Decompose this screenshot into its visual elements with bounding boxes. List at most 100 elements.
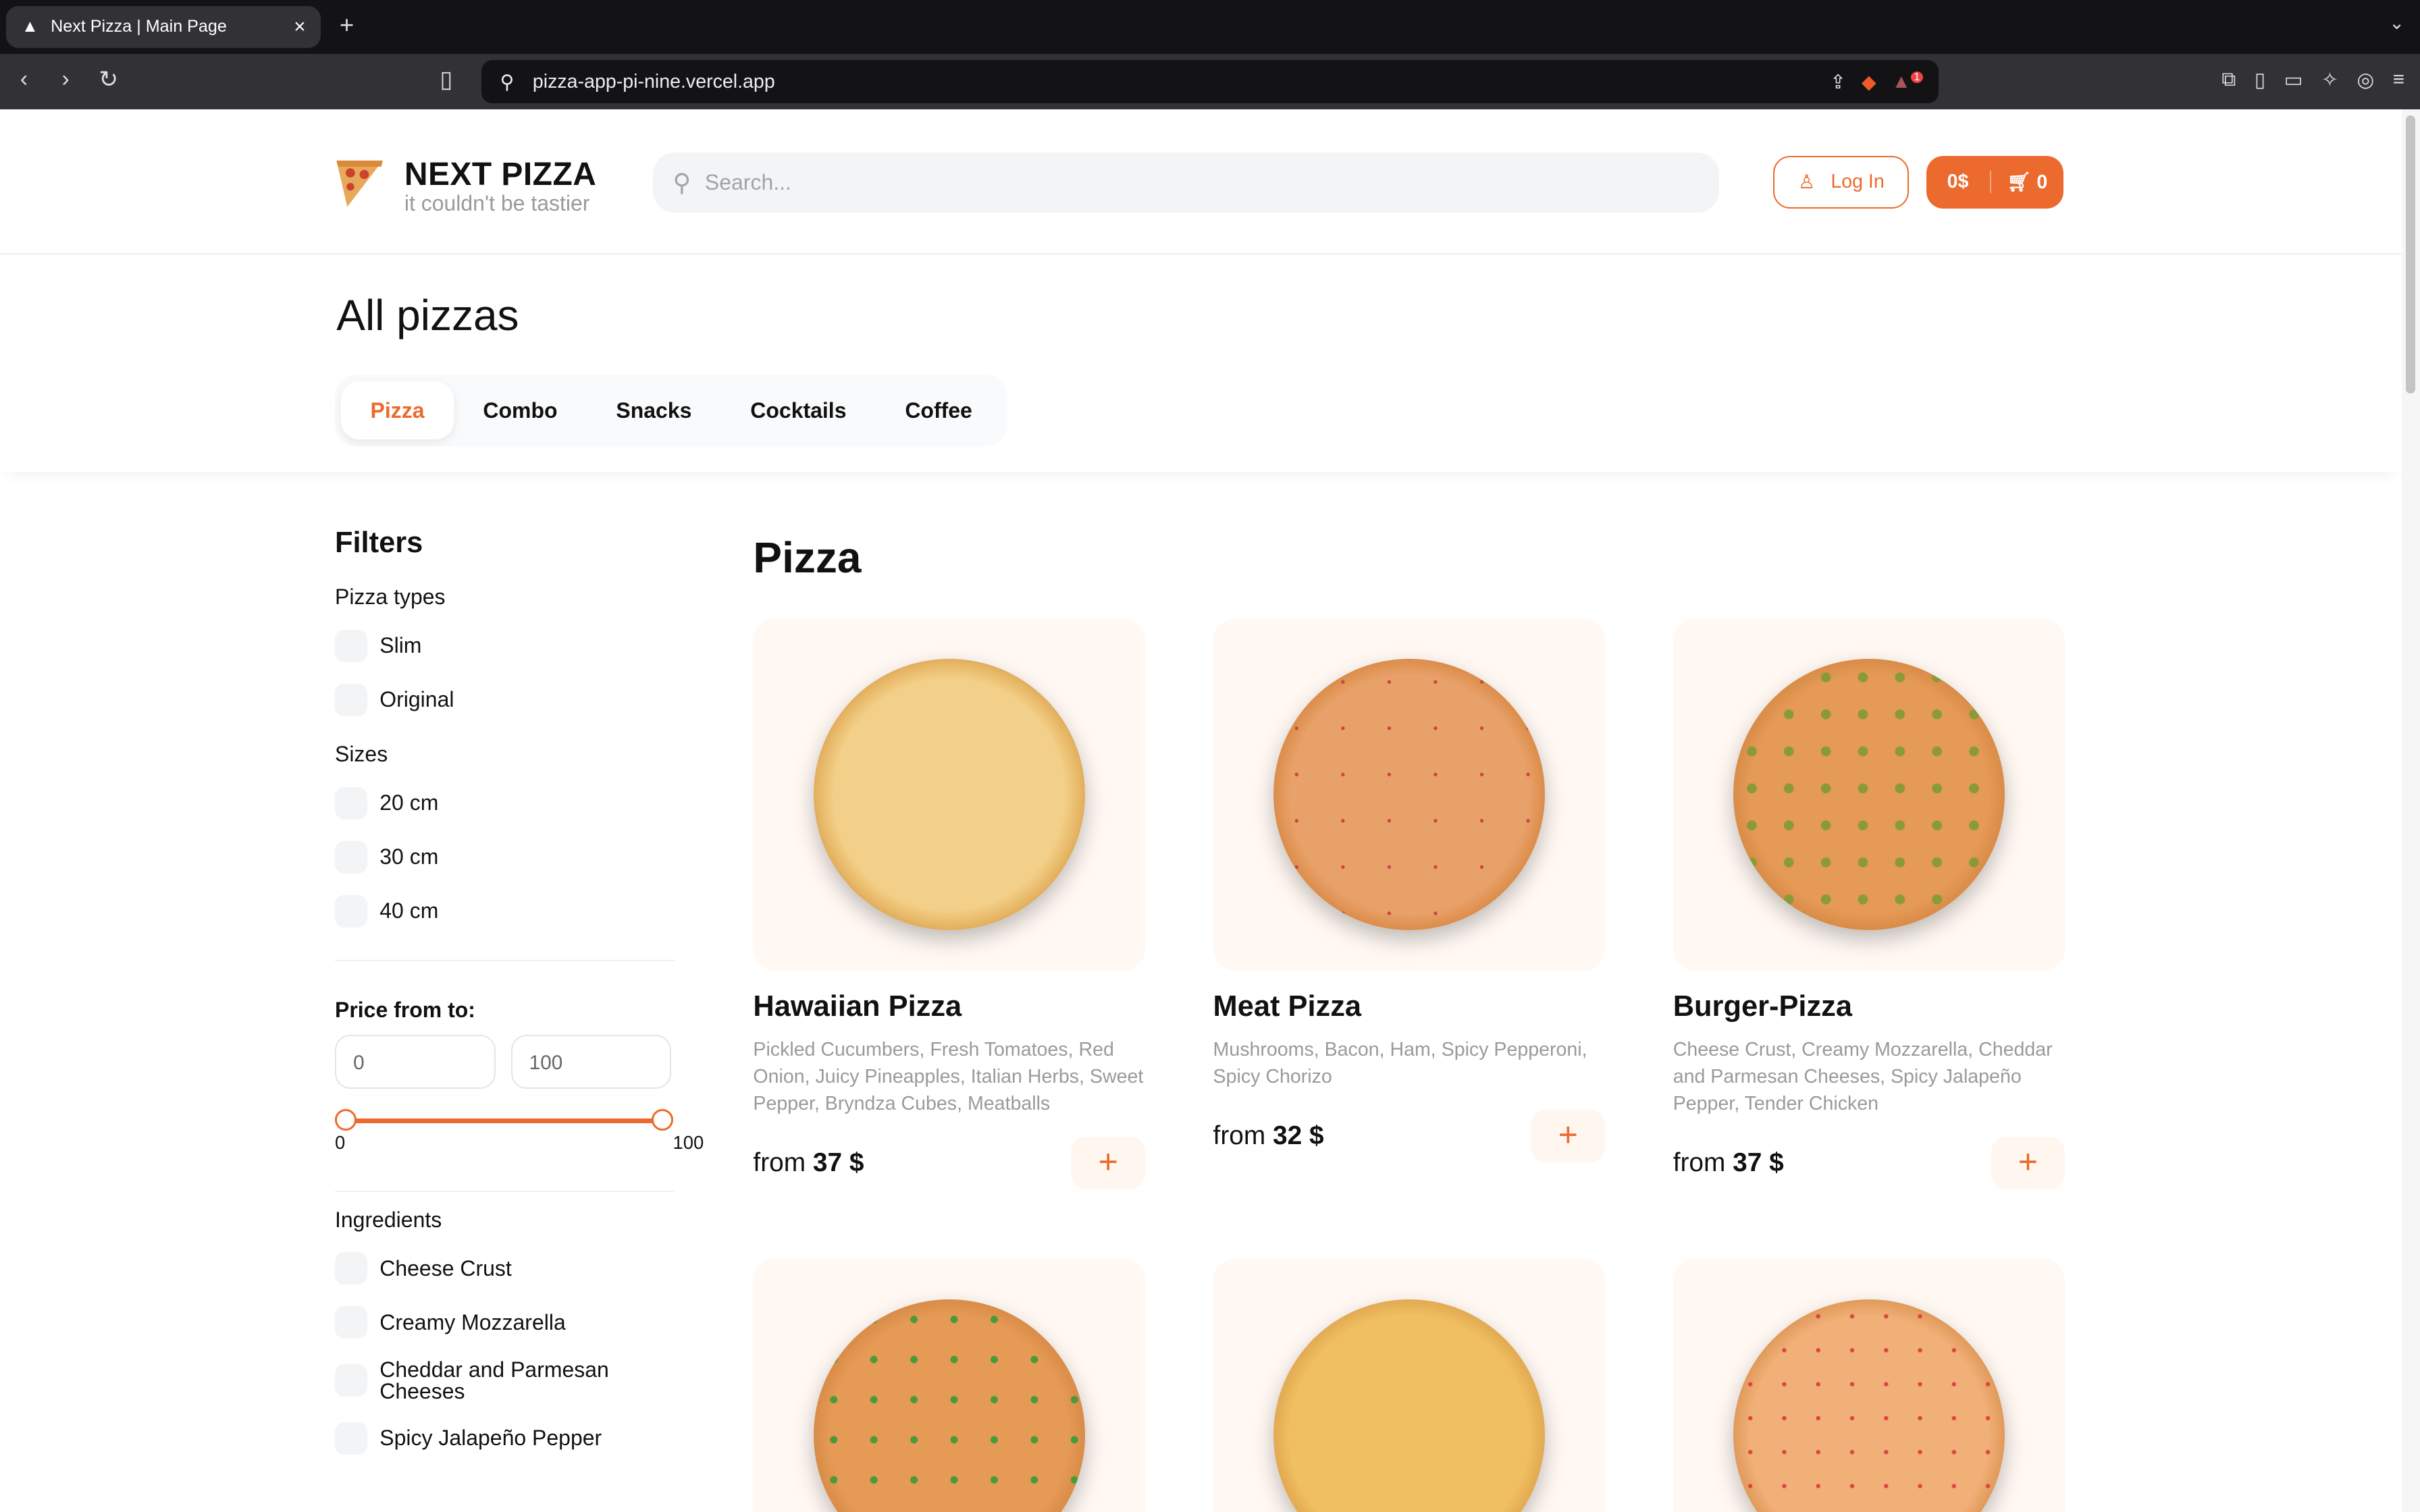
add-to-cart-button[interactable]: + — [1991, 1137, 2066, 1190]
cart-count: 0 — [2036, 171, 2048, 194]
pizza-image — [1733, 1299, 2005, 1512]
sidebar-icon[interactable]: ▯ — [2255, 68, 2265, 92]
checkbox-ingredient[interactable]: Cheddar and Parmesan Cheeses — [334, 1349, 675, 1411]
product-card[interactable]: Hawaiian Pizza Pickled Cucumbers, Fresh … — [753, 618, 1145, 1190]
filters-panel: Filters Pizza types Slim Original Sizes … — [334, 526, 704, 1465]
pizza-image — [1273, 1299, 1545, 1512]
page: NEXT PIZZA it couldn't be tastier ⚲ Searc… — [0, 109, 2402, 1512]
price-prefix: from — [753, 1148, 806, 1178]
site-settings-icon[interactable]: ⚲ — [500, 70, 515, 94]
slider-max-handle[interactable] — [651, 1108, 673, 1131]
product-description: Pickled Cucumbers, Fresh Tomatoes, Red O… — [753, 1038, 1144, 1114]
product-name: Hawaiian Pizza — [753, 990, 962, 1023]
slider-min-label: 0 — [334, 1132, 346, 1154]
tab-cocktails[interactable]: Cocktails — [721, 381, 876, 440]
url-text: pizza-app-pi-nine.vercel.app — [532, 70, 775, 92]
brave-shield-icon[interactable]: ◆ — [1862, 70, 1876, 94]
scrollbar[interactable] — [2401, 109, 2420, 1512]
tab-snacks[interactable]: Snacks — [587, 381, 721, 440]
checkbox-30cm[interactable]: 30 cm — [334, 830, 675, 884]
product-card[interactable] — [753, 1259, 1145, 1512]
product-card[interactable] — [1673, 1259, 2066, 1512]
tab-coffee[interactable]: Coffee — [876, 381, 1001, 440]
vpn-icon[interactable]: ◎ — [2357, 68, 2374, 92]
checkbox-label: Slim — [379, 633, 422, 658]
price-label: Price from to: — [334, 998, 475, 1023]
price-prefix: from — [1673, 1148, 1726, 1178]
close-tab-icon[interactable]: × — [294, 16, 305, 38]
pizza-image — [1733, 658, 2005, 931]
leo-ai-icon[interactable]: ✧ — [2321, 68, 2338, 92]
login-button[interactable]: ♙ Log In — [1773, 155, 1910, 209]
cart-total: 0$ — [1926, 171, 1991, 194]
product-description: Mushrooms, Bacon, Ham, Spicy Pepperoni, … — [1213, 1038, 1587, 1087]
price-prefix: from — [1213, 1121, 1266, 1151]
price-from-input[interactable]: 0 — [334, 1035, 496, 1089]
tab-title: Next Pizza | Main Page — [51, 17, 227, 36]
browser-tabbar: ▲ Next Pizza | Main Page × + ⌄ — [0, 0, 2420, 54]
price-to-input[interactable]: 100 — [510, 1035, 672, 1089]
forward-icon[interactable]: › — [61, 66, 69, 92]
rewards-icon[interactable]: ▲ 1 — [1892, 71, 1923, 93]
checkbox-label: Cheese Crust — [379, 1256, 512, 1280]
site-header: NEXT PIZZA it couldn't be tastier ⚲ Searc… — [0, 109, 2402, 255]
product-name: Burger-Pizza — [1673, 990, 1852, 1023]
pizza-image — [1273, 658, 1545, 931]
product-section: Pizza — [753, 526, 861, 582]
checkbox-ingredient[interactable]: Spicy Jalapeño Pepper — [334, 1411, 675, 1465]
reload-icon[interactable]: ↻ — [99, 66, 118, 93]
favicon-icon: ▲ — [21, 17, 38, 36]
new-tab-icon[interactable]: + — [340, 11, 354, 39]
brand-name[interactable]: NEXT PIZZA — [404, 156, 597, 193]
slider-min-handle[interactable] — [334, 1108, 357, 1131]
cart-button[interactable]: 0$ 🛒︎ 0 — [1926, 155, 2063, 209]
category-tabs: Pizza Combo Snacks Cocktails Coffee — [334, 375, 1008, 446]
checkbox-label: 30 cm — [379, 844, 439, 869]
ingredients-label: Ingredients — [334, 1207, 442, 1232]
product-price: 37 $ — [1733, 1148, 1784, 1178]
search-input[interactable]: ⚲ Search... — [652, 153, 1720, 213]
extensions-icon[interactable]: ⧉ — [2221, 68, 2236, 92]
pizza-image — [813, 1299, 1085, 1512]
tab-pizza[interactable]: Pizza — [341, 381, 454, 440]
product-card[interactable]: Meat Pizza Mushrooms, Bacon, Ham, Spicy … — [1213, 618, 1606, 1163]
product-price: 32 $ — [1273, 1121, 1324, 1151]
checkbox-ingredient[interactable]: Cheese Crust — [334, 1241, 675, 1295]
sizes-label: Sizes — [334, 742, 388, 767]
browser-tab[interactable]: ▲ Next Pizza | Main Page × — [6, 6, 321, 48]
notif-badge: 1 — [1910, 72, 1923, 84]
product-name: Meat Pizza — [1213, 990, 1362, 1023]
filters-title: Filters — [334, 526, 423, 560]
product-card[interactable] — [1213, 1259, 1606, 1512]
share-icon[interactable]: ⇪ — [1830, 70, 1846, 94]
menu-icon[interactable]: ≡ — [2393, 68, 2404, 92]
wallet-icon[interactable]: ▭ — [2284, 68, 2303, 92]
checkbox-original[interactable]: Original — [334, 673, 675, 727]
add-to-cart-button[interactable]: + — [1531, 1110, 1606, 1163]
bookmark-icon[interactable]: ▯ — [440, 66, 452, 93]
browser-toolbar: ‹ › ↻ ▯ ⚲ pizza-app-pi-nine.vercel.app ⇪ ◆… — [0, 53, 2420, 110]
checkbox-slim[interactable]: Slim — [334, 619, 675, 673]
add-to-cart-button[interactable]: + — [1071, 1137, 1145, 1190]
tab-combo[interactable]: Combo — [454, 381, 587, 440]
checkbox-label: Creamy Mozzarella — [379, 1310, 566, 1334]
checkbox-40cm[interactable]: 40 cm — [334, 884, 675, 938]
back-icon[interactable]: ‹ — [20, 66, 28, 92]
checkbox-label: Cheddar and Parmesan Cheeses — [379, 1357, 609, 1403]
checkbox-ingredient[interactable]: Creamy Mozzarella — [334, 1295, 675, 1349]
search-placeholder: Search... — [704, 170, 791, 195]
slider-max-label: 100 — [673, 1132, 704, 1154]
cart-icon: 🛒︎ — [2007, 171, 2032, 194]
divider — [334, 959, 675, 961]
section-title: Pizza — [753, 533, 862, 582]
chevron-down-icon[interactable]: ⌄ — [2389, 12, 2404, 34]
product-price: 37 $ — [812, 1148, 864, 1178]
search-icon: ⚲ — [673, 169, 691, 197]
product-card[interactable]: Burger-Pizza Cheese Crust, Creamy Mozzar… — [1673, 618, 2066, 1190]
checkbox-label: 20 cm — [379, 790, 439, 815]
price-slider[interactable]: 0 100 — [334, 1108, 704, 1153]
checkbox-20cm[interactable]: 20 cm — [334, 776, 675, 830]
checkbox-label: 40 cm — [379, 898, 439, 923]
address-bar[interactable]: ⚲ pizza-app-pi-nine.vercel.app ⇪ ◆ ▲ 1 — [481, 60, 1939, 104]
checkbox-label: Spicy Jalapeño Pepper — [379, 1426, 602, 1451]
